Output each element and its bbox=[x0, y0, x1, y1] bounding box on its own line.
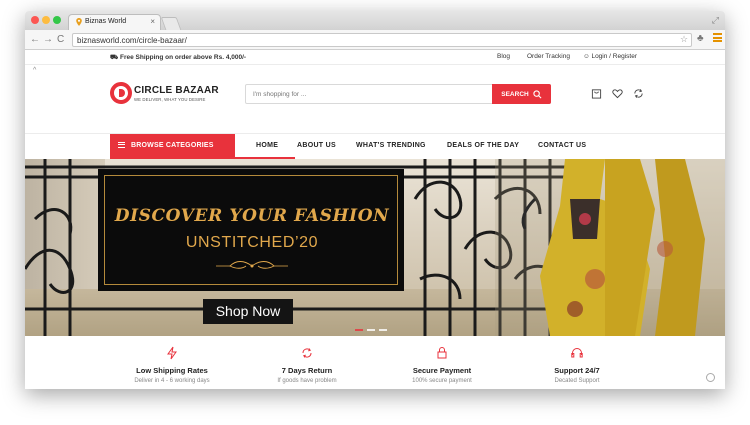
hamburger-icon bbox=[118, 141, 125, 150]
location-pin-icon bbox=[76, 18, 82, 26]
zoom-window-button[interactable] bbox=[53, 16, 61, 24]
browser-tab[interactable]: Biznas World × bbox=[68, 14, 161, 30]
header-icons bbox=[591, 88, 644, 99]
browse-categories-button[interactable]: BROWSE CATEGORIES bbox=[110, 134, 235, 157]
cart-icon[interactable] bbox=[591, 88, 602, 99]
browser-menu-icon[interactable] bbox=[713, 33, 722, 42]
search-input[interactable] bbox=[246, 85, 493, 103]
user-icon: ☺ bbox=[583, 53, 590, 60]
model-photo bbox=[495, 159, 725, 336]
features-strip: Low Shipping Rates Deliver in 4 - 6 work… bbox=[25, 336, 725, 389]
logo-tagline: WE DELIVER, WHAT YOU DESIRE bbox=[134, 97, 206, 102]
fullscreen-icon[interactable]: ⤢ bbox=[712, 15, 719, 26]
divider bbox=[25, 64, 725, 65]
nav-home[interactable]: HOME bbox=[256, 142, 278, 149]
headset-icon bbox=[571, 348, 583, 358]
nav-whats-trending[interactable]: WHAT'S TRENDING bbox=[356, 142, 426, 149]
logo-mark-icon bbox=[110, 82, 132, 104]
nav-deals-of-the-day[interactable]: DEALS OF THE DAY bbox=[447, 142, 519, 149]
hero-banner[interactable]: DISCOVER YOUR FASHION UNSTITCHED’20 Shop… bbox=[25, 159, 725, 336]
bookmark-star-icon[interactable]: ☆ bbox=[680, 34, 688, 45]
top-bar: ⛟ Free Shipping on order above Rs. 4,000… bbox=[25, 51, 725, 64]
back-arrow-icon[interactable]: ← bbox=[30, 33, 40, 46]
reload-icon[interactable]: C bbox=[57, 33, 64, 46]
slide-dot[interactable] bbox=[379, 329, 387, 331]
tab-bar: Biznas World × ⤢ bbox=[25, 11, 725, 30]
extension-icon[interactable]: ♣ bbox=[697, 33, 704, 44]
slide-dot[interactable] bbox=[355, 329, 363, 331]
site-logo[interactable]: CIRCLE BAZAAR WE DELIVER, WHAT YOU DESIR… bbox=[110, 82, 220, 108]
feature-secure-payment: Secure Payment 100% secure payment bbox=[372, 346, 512, 384]
truck-icon: ⛟ bbox=[110, 54, 119, 61]
ornament-icon bbox=[216, 261, 288, 269]
shop-now-button[interactable]: Shop Now bbox=[203, 299, 293, 324]
blog-link[interactable]: Blog bbox=[497, 53, 510, 60]
hero-subheadline: UNSTITCHED’20 bbox=[185, 234, 319, 251]
search-bar: SEARCH bbox=[245, 84, 551, 104]
login-register-link[interactable]: ☺ Login / Register bbox=[583, 53, 637, 60]
nav-about-us[interactable]: ABOUT US bbox=[297, 142, 336, 149]
order-tracking-link[interactable]: Order Tracking bbox=[527, 53, 570, 60]
promo-panel: DISCOVER YOUR FASHION UNSTITCHED’20 bbox=[98, 169, 404, 291]
lock-icon bbox=[437, 347, 447, 359]
promo-panel-border: DISCOVER YOUR FASHION UNSTITCHED’20 bbox=[104, 175, 398, 285]
browser-window: Biznas World × ⤢ ← → C biznasworld.com/c… bbox=[25, 11, 725, 389]
nav-contact-us[interactable]: CONTACT US bbox=[538, 142, 586, 149]
lightning-icon bbox=[167, 346, 177, 360]
minimize-window-button[interactable] bbox=[42, 16, 50, 24]
heart-icon[interactable] bbox=[612, 88, 623, 99]
close-window-button[interactable] bbox=[31, 16, 39, 24]
slide-dot[interactable] bbox=[367, 329, 375, 331]
feature-shipping: Low Shipping Rates Deliver in 4 - 6 work… bbox=[102, 346, 242, 384]
scroll-top-icon[interactable] bbox=[706, 373, 715, 382]
hero-headline: DISCOVER YOUR FASHION bbox=[114, 206, 390, 226]
slider-dots bbox=[355, 329, 387, 331]
browser-toolbar: ← → C biznasworld.com/circle-bazaar/ ☆ ♣ bbox=[25, 30, 725, 50]
new-tab-button[interactable] bbox=[160, 17, 182, 30]
chevron-up-icon[interactable]: ^ bbox=[33, 67, 36, 74]
search-icon bbox=[533, 89, 542, 98]
search-button[interactable]: SEARCH bbox=[492, 84, 551, 104]
free-shipping-notice: ⛟ Free Shipping on order above Rs. 4,000… bbox=[110, 54, 247, 61]
address-bar[interactable]: biznasworld.com/circle-bazaar/ bbox=[72, 33, 692, 47]
return-icon bbox=[302, 348, 312, 358]
feature-return: 7 Days Return If goods have problem bbox=[237, 346, 377, 384]
forward-arrow-icon[interactable]: → bbox=[43, 33, 53, 46]
close-tab-icon[interactable]: × bbox=[150, 17, 155, 26]
compare-icon[interactable] bbox=[633, 88, 644, 99]
web-page: ⛟ Free Shipping on order above Rs. 4,000… bbox=[25, 51, 725, 389]
feature-support: Support 24/7 Decated Support bbox=[507, 346, 647, 384]
logo-name: CIRCLE BAZAAR bbox=[134, 85, 219, 96]
tab-title: Biznas World bbox=[85, 18, 127, 25]
